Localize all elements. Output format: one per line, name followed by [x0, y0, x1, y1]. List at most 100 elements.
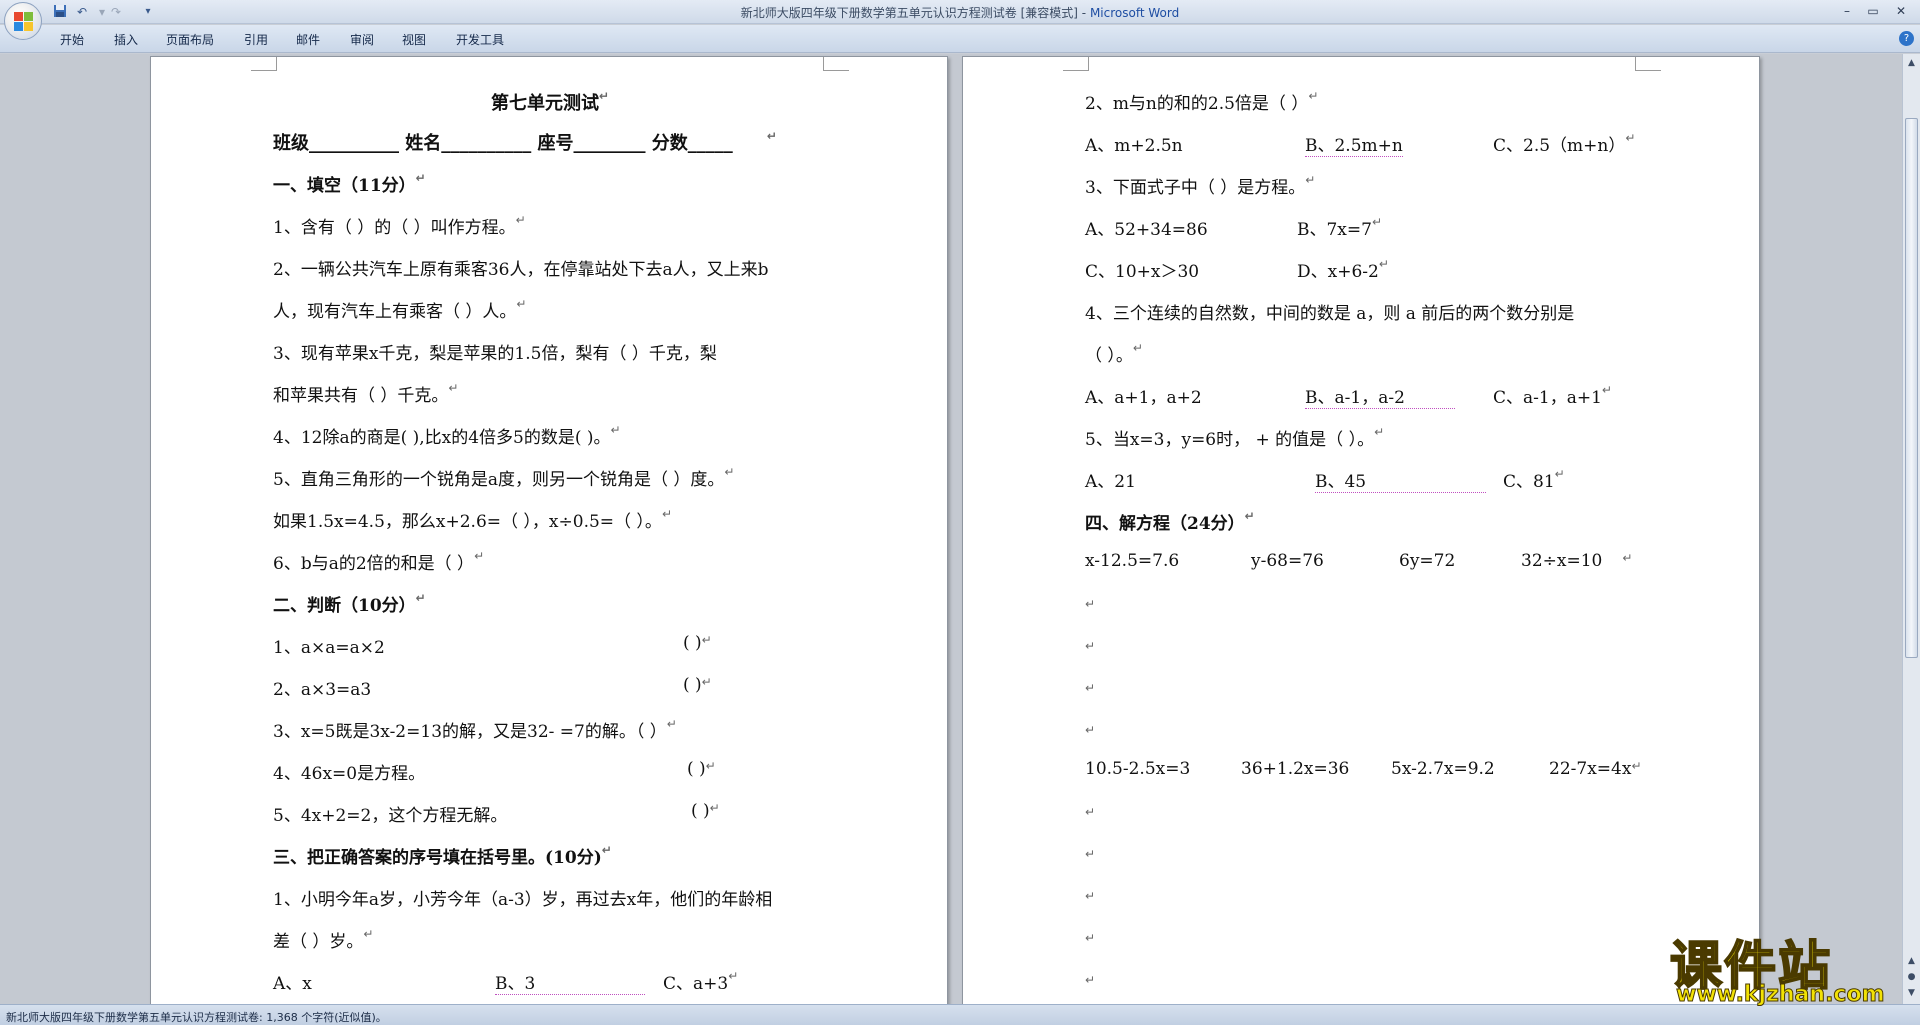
title-separator: -	[1077, 6, 1090, 20]
option-b: B、2.5m+n	[1305, 136, 1403, 157]
judgment-line: 5、4x+2=2，这个方程无解。	[273, 806, 508, 826]
scroll-thumb[interactable]	[1905, 118, 1918, 658]
question-line: 如果1.5x=4.5，那么x+2.6=（ ），x÷0.5=（ ）。 ↵	[273, 507, 672, 532]
option-d: D、x+6-2 ↵	[1297, 257, 1389, 282]
question-line: 5、直角三角形的一个锐角是a度，则另一个锐角是（ ）度。 ↵	[273, 465, 735, 490]
question-line: 4、三个连续的自然数，中间的数是 a，则 a 前后的两个数分别是	[1085, 304, 1575, 324]
tab-home[interactable]: 开始	[60, 31, 84, 48]
paragraph-mark: ↵	[1085, 931, 1096, 945]
option-a: A、m+2.5n	[1085, 136, 1183, 156]
section-heading: 一、填空（11分） ↵	[273, 171, 426, 196]
option-b: B、7x=7 ↵	[1297, 215, 1383, 240]
document-title: 新北师大版四年级下册数学第五单元认识方程测试卷 [兼容模式]	[740, 6, 1078, 20]
watermark-url: www.kjzhan.com	[1676, 982, 1886, 1008]
option-c: C、10+x＞30	[1085, 262, 1200, 282]
equation: 22-7x=4x ↵	[1549, 759, 1642, 779]
question-line: （ ）。 ↵	[1085, 341, 1143, 366]
section-heading: 四、解方程（24分） ↵	[1085, 509, 1255, 534]
answer-paren: ( ) ↵	[683, 633, 712, 653]
title-bar: ↶ ▾ ↷ ▾ 新北师大版四年级下册数学第五单元认识方程测试卷 [兼容模式] -…	[0, 0, 1920, 24]
judgment-line: 1、a×a=a×2	[273, 638, 385, 658]
paragraph-mark: ↵	[1085, 723, 1096, 737]
option-a: A、21	[1085, 472, 1136, 492]
option-c: C、a-1，a+1 ↵	[1493, 383, 1612, 408]
equation: 6y=72	[1399, 551, 1456, 571]
tab-view[interactable]: 视图	[402, 31, 426, 48]
watermark-logo: 课件站 www.kjzhan.com	[1669, 924, 1902, 1008]
question-line: 2、一辆公共汽车上原有乘客36人，在停靠站处下去a人，又上来b	[273, 260, 769, 280]
page-left[interactable]: 第七单元测试 ↵ 班级__________ 姓名__________ 座号____…	[150, 56, 948, 1004]
question-line: 差（ ）岁。 ↵	[273, 927, 374, 952]
crop-mark	[1635, 57, 1661, 71]
page-right[interactable]: 2、m与n的和的2.5倍是（ ） ↵ A、m+2.5n B、2.5m+n C、2.…	[962, 56, 1760, 1004]
equation: 32÷x=10 ↵	[1521, 551, 1633, 571]
page-title: 第七单元测试 ↵	[491, 89, 610, 114]
tab-insert[interactable]: 插入	[114, 31, 138, 48]
paragraph-mark: ↵	[1085, 597, 1096, 611]
tab-mailings[interactable]: 邮件	[296, 31, 320, 48]
question-line: 3、下面式子中（ ）是方程。 ↵	[1085, 173, 1316, 198]
office-logo-icon	[14, 12, 34, 32]
crop-mark	[1063, 57, 1089, 71]
question-line: 1、小明今年a岁，小芳今年（a-3）岁，再过去x年，他们的年龄相	[273, 890, 773, 910]
maximize-button[interactable]: ▭	[1860, 2, 1886, 20]
question-line: 人，现有汽车上有乘客（ ）人。 ↵	[273, 297, 527, 322]
question-line: 2、m与n的和的2.5倍是（ ） ↵	[1085, 89, 1319, 114]
prev-page-icon[interactable]: ▲	[1905, 954, 1918, 968]
question-line: 4、12除a的商是( ),比x的4倍多5的数是( )。 ↵	[273, 423, 621, 448]
document-area[interactable]: 第七单元测试 ↵ 班级__________ 姓名__________ 座号____…	[0, 54, 1902, 1004]
crop-mark	[251, 57, 277, 71]
scroll-up-icon[interactable]: ▲	[1905, 56, 1918, 70]
office-button[interactable]	[4, 2, 42, 40]
paragraph-mark: ↵	[1085, 805, 1096, 819]
equation: 36+1.2x=36	[1241, 759, 1350, 779]
paragraph-mark: ↵	[1085, 973, 1096, 987]
option-c: C、81 ↵	[1503, 467, 1565, 492]
section-heading: 二、判断（10分） ↵	[273, 591, 426, 616]
tab-page-layout[interactable]: 页面布局	[166, 31, 214, 48]
option-a: A、x	[273, 974, 312, 994]
equation: x-12.5=7.6	[1085, 551, 1180, 571]
minimize-button[interactable]: –	[1834, 2, 1860, 20]
vertical-scrollbar[interactable]: ▲ ▲ ● ▼	[1902, 54, 1920, 1004]
question-line: 5、当x=3，y=6时， + 的值是（ ）。 ↵	[1085, 425, 1385, 450]
paragraph-mark: ↵	[1085, 639, 1096, 653]
paragraph-mark: ↵	[1085, 847, 1096, 861]
crop-mark	[823, 57, 849, 71]
answer-paren: ( ) ↵	[687, 759, 716, 779]
section-heading: 三、把正确答案的序号填在括号里。(10分) ↵	[273, 843, 612, 868]
option-b: B、45	[1315, 467, 1487, 493]
answer-paren: ( ) ↵	[683, 675, 712, 695]
question-line: 3、现有苹果x千克，梨是苹果的1.5倍，梨有（ ）千克，梨	[273, 344, 717, 364]
status-bar: 新北师大版四年级下册数学第五单元认识方程测试卷: 1,368 个字符(近似值)。	[0, 1004, 1920, 1025]
tab-review[interactable]: 审阅	[350, 31, 374, 48]
option-c: C、a+3 ↵	[663, 969, 739, 994]
answer-paren: ( ) ↵	[691, 801, 720, 821]
paragraph-mark: ↵	[1085, 681, 1096, 695]
student-info-line: 班级__________ 姓名__________ 座号________ 分数_…	[273, 129, 777, 154]
option-a: A、a+1，a+2	[1085, 388, 1202, 408]
option-a: A、52+34=86	[1085, 220, 1208, 240]
browse-object-icon[interactable]: ●	[1905, 970, 1918, 984]
question-line: 和苹果共有（ ）千克。 ↵	[273, 381, 459, 406]
status-text: 新北师大版四年级下册数学第五单元认识方程测试卷: 1,368 个字符(近似值)。	[6, 1011, 387, 1024]
question-line: 6、b与a的2倍的和是（ ） ↵	[273, 549, 485, 574]
equation: y-68=76	[1251, 551, 1324, 571]
judgment-line: 4、46x=0是方程。	[273, 764, 426, 784]
option-b: B、3	[495, 969, 646, 995]
tab-references[interactable]: 引用	[244, 31, 268, 48]
next-page-icon[interactable]: ▼	[1905, 986, 1918, 1000]
ribbon-tabs: 开始 插入 页面布局 引用 邮件 审阅 视图 开发工具 ?	[0, 25, 1920, 53]
judgment-line: 2、a×3=a3	[273, 680, 372, 700]
help-icon[interactable]: ?	[1899, 31, 1914, 46]
judgment-line: 3、x=5既是3x-2=13的解，又是32- =7的解。（ ） ↵	[273, 717, 677, 742]
option-c: C、2.5（m+n） ↵	[1493, 131, 1636, 156]
option-b: B、a-1，a-2	[1305, 383, 1455, 409]
window-title: 新北师大版四年级下册数学第五单元认识方程测试卷 [兼容模式] - Microso…	[0, 4, 1920, 21]
tab-developer[interactable]: 开发工具	[456, 31, 504, 48]
paragraph-mark: ↵	[1085, 889, 1096, 903]
equation: 10.5-2.5x=3	[1085, 759, 1191, 779]
close-button[interactable]: ✕	[1888, 2, 1914, 20]
question-line: 1、含有（ ）的（ ）叫作方程。 ↵	[273, 213, 526, 238]
app-name: Microsoft Word	[1089, 6, 1180, 20]
